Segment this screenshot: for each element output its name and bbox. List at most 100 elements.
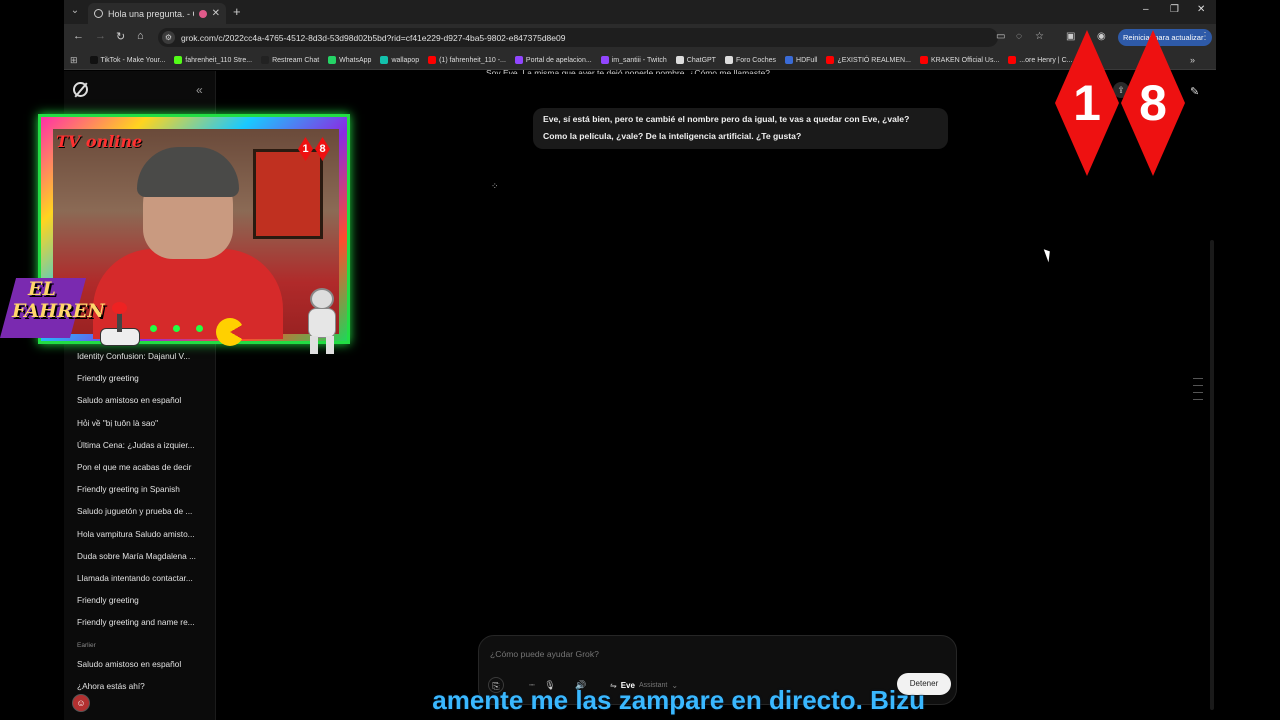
previous-response-line: Soy Eve. La misma que ayer te dejó poner… bbox=[486, 68, 770, 74]
bookmark-favicon-icon bbox=[174, 56, 183, 64]
url-text: grok.com/c/2022cc4a-4765-4512-8d3d-53d98… bbox=[181, 32, 566, 43]
bookmark-label: KRAKEN Official Us... bbox=[930, 56, 1000, 64]
bookmark-favicon-icon bbox=[514, 56, 523, 64]
bookmark-label: wallapop bbox=[391, 56, 420, 64]
user-message-line-2: Como la película, ¿vale? De la inteligen… bbox=[543, 131, 802, 141]
bookmark-favicon-icon bbox=[826, 56, 835, 64]
sidebar-history-item[interactable]: Hỏi về "bị tuôn là sao" bbox=[77, 418, 201, 428]
bookmark-item[interactable]: fahrenheit_110 Stre... bbox=[174, 56, 252, 64]
sidebar-history-item[interactable]: Friendly greeting bbox=[77, 595, 201, 605]
history-section-label: Earlier bbox=[77, 642, 96, 649]
bookmark-label: TikTok - Make Your... bbox=[100, 56, 166, 64]
sidebar-history-item[interactable]: Friendly greeting in Spanish bbox=[77, 484, 201, 494]
bookmark-item[interactable]: Foro Coches bbox=[724, 56, 777, 64]
sidebar-history-item[interactable]: ¿Ahora estás ahí? bbox=[77, 681, 201, 691]
streamer-hair bbox=[137, 147, 239, 197]
tv-online-badge: TV online bbox=[56, 132, 143, 151]
ticker-text: amente me las zampare en directo. Bizu bbox=[432, 685, 925, 715]
grok-logo-icon[interactable] bbox=[73, 82, 88, 97]
bookmark-item[interactable]: TikTok - Make Your... bbox=[89, 56, 166, 64]
more-bookmarks-icon[interactable]: » bbox=[1190, 55, 1195, 65]
bookmark-label: (1) fahrenheit_110 -... bbox=[439, 56, 506, 64]
eye-off-icon[interactable]: ◌ bbox=[1016, 31, 1022, 42]
new-tab-button[interactable]: + bbox=[233, 4, 241, 19]
reload-icon[interactable]: ↻ bbox=[116, 30, 125, 43]
bookmark-item[interactable]: HDFull bbox=[785, 56, 817, 64]
logo-line-1: EL bbox=[28, 278, 56, 300]
bookmark-item[interactable]: KRAKEN Official Us... bbox=[919, 56, 1000, 64]
bookmark-item[interactable]: im_santiii - Twitch bbox=[600, 56, 667, 64]
bookmark-favicon-icon bbox=[1008, 56, 1017, 64]
age-digit-1: 1 bbox=[298, 137, 313, 161]
sidebar-history-item[interactable]: Última Cena: ¿Judas a izquier... bbox=[77, 440, 201, 450]
cast-icon[interactable]: ▭ bbox=[996, 31, 1005, 42]
sidebar-history-item[interactable]: Saludo juguetón y prueba de ... bbox=[77, 506, 201, 516]
bookmark-favicon-icon bbox=[380, 56, 389, 64]
bookmark-item[interactable]: ChatGPT bbox=[675, 56, 716, 64]
new-chat-icon[interactable]: ✎ bbox=[1190, 85, 1199, 98]
bookmark-label: im_santiii - Twitch bbox=[611, 56, 667, 64]
maximize-icon[interactable]: ❐ bbox=[1170, 4, 1179, 15]
age-digit-1-large: 1 bbox=[1055, 30, 1119, 176]
sidebar-history-item[interactable]: Saludo amistoso en español bbox=[77, 659, 201, 669]
bookmark-favicon-icon bbox=[675, 56, 684, 64]
user-message-line-1: Eve, sí está bien, pero te cambié el nom… bbox=[543, 114, 910, 124]
bookmark-item[interactable]: Portal de apelacion... bbox=[514, 56, 592, 64]
scrollbar[interactable] bbox=[1210, 240, 1214, 710]
bookmark-label: ¿EXISTIÓ REALMEN... bbox=[837, 56, 911, 64]
apps-icon[interactable]: ⊞ bbox=[70, 55, 78, 66]
astronaut-icon bbox=[300, 288, 346, 358]
bookmark-favicon-icon bbox=[328, 56, 337, 64]
bookmark-favicon-icon bbox=[724, 56, 733, 64]
bookmark-label: fahrenheit_110 Stre... bbox=[185, 56, 253, 64]
sidebar-history-item[interactable]: Friendly greeting bbox=[77, 373, 201, 383]
bookmark-favicon-icon bbox=[89, 56, 98, 64]
conversation-navigator[interactable] bbox=[1193, 378, 1203, 414]
close-tab-icon[interactable]: ✕ bbox=[212, 8, 220, 19]
sidebar-history-item[interactable]: Pon el que me acabas de decir bbox=[77, 462, 201, 472]
wall-poster bbox=[253, 149, 323, 239]
avatar[interactable]: ☺ bbox=[72, 694, 90, 712]
bookmark-favicon-icon bbox=[919, 56, 928, 64]
sidebar-history-item[interactable]: Llamada intentando contactar... bbox=[77, 573, 201, 583]
sidebar-history-item[interactable]: Duda sobre María Magdalena ... bbox=[77, 551, 201, 561]
address-bar[interactable]: ⚙ grok.com/c/2022cc4a-4765-4512-8d3d-53d… bbox=[158, 28, 998, 47]
pacman-dots bbox=[150, 325, 203, 332]
close-window-icon[interactable]: ✕ bbox=[1197, 4, 1205, 15]
pacman-icon bbox=[216, 318, 244, 346]
more-menu-icon[interactable]: ⋮ bbox=[1200, 31, 1210, 42]
bookmark-label: Restream Chat bbox=[272, 56, 320, 64]
tab-title: Hola una pregunta. - Grok bbox=[108, 8, 194, 19]
sidebar-history-item[interactable]: Saludo amistoso en español bbox=[77, 395, 201, 405]
bookmark-item[interactable]: wallapop bbox=[380, 56, 419, 64]
bookmark-star-icon[interactable]: ☆ bbox=[1035, 31, 1044, 42]
age-rating-badge: 1 8 bbox=[1055, 30, 1185, 176]
bookmark-label: ChatGPT bbox=[686, 56, 716, 64]
bookmark-favicon-icon bbox=[600, 56, 609, 64]
browser-tab[interactable]: Hola una pregunta. - Grok ✕ bbox=[88, 3, 226, 24]
sidebar-history-item[interactable]: Friendly greeting and name re... bbox=[77, 617, 201, 627]
home-icon[interactable]: ⌂ bbox=[137, 30, 144, 42]
bookmark-item[interactable]: WhatsApp bbox=[328, 56, 371, 64]
user-message: Eve, sí está bien, pero te cambié el nom… bbox=[533, 108, 948, 149]
site-info-icon[interactable]: ⚙ bbox=[162, 31, 175, 44]
collapse-sidebar-icon[interactable]: « bbox=[196, 83, 203, 97]
back-icon[interactable]: ← bbox=[73, 30, 84, 42]
prompt-input[interactable] bbox=[490, 649, 890, 659]
tab-search-icon[interactable]: ⌄ bbox=[68, 4, 82, 18]
logo-line-2: FAHREN bbox=[12, 300, 105, 322]
grok-favicon-icon bbox=[94, 9, 103, 18]
loading-indicator-icon: ⁘ bbox=[491, 181, 499, 191]
bookmark-item[interactable]: ¿EXISTIÓ REALMEN... bbox=[826, 56, 911, 64]
forward-icon[interactable]: → bbox=[95, 30, 106, 42]
age-rating-badge-small: 1 8 bbox=[298, 137, 330, 161]
bookmark-item[interactable]: Restream Chat bbox=[261, 56, 319, 64]
sidebar-history-item[interactable]: Hola vampitura Saludo amisto... bbox=[77, 529, 201, 539]
bookmark-label: Portal de apelacion... bbox=[525, 56, 592, 64]
bookmark-label: Foro Coches bbox=[735, 56, 777, 64]
bookmark-label: HDFull bbox=[796, 56, 818, 64]
minimize-icon[interactable]: – bbox=[1143, 4, 1149, 15]
joystick-icon bbox=[100, 302, 140, 352]
age-digit-2: 8 bbox=[315, 137, 330, 161]
bookmark-item[interactable]: (1) fahrenheit_110 -... bbox=[428, 56, 506, 64]
